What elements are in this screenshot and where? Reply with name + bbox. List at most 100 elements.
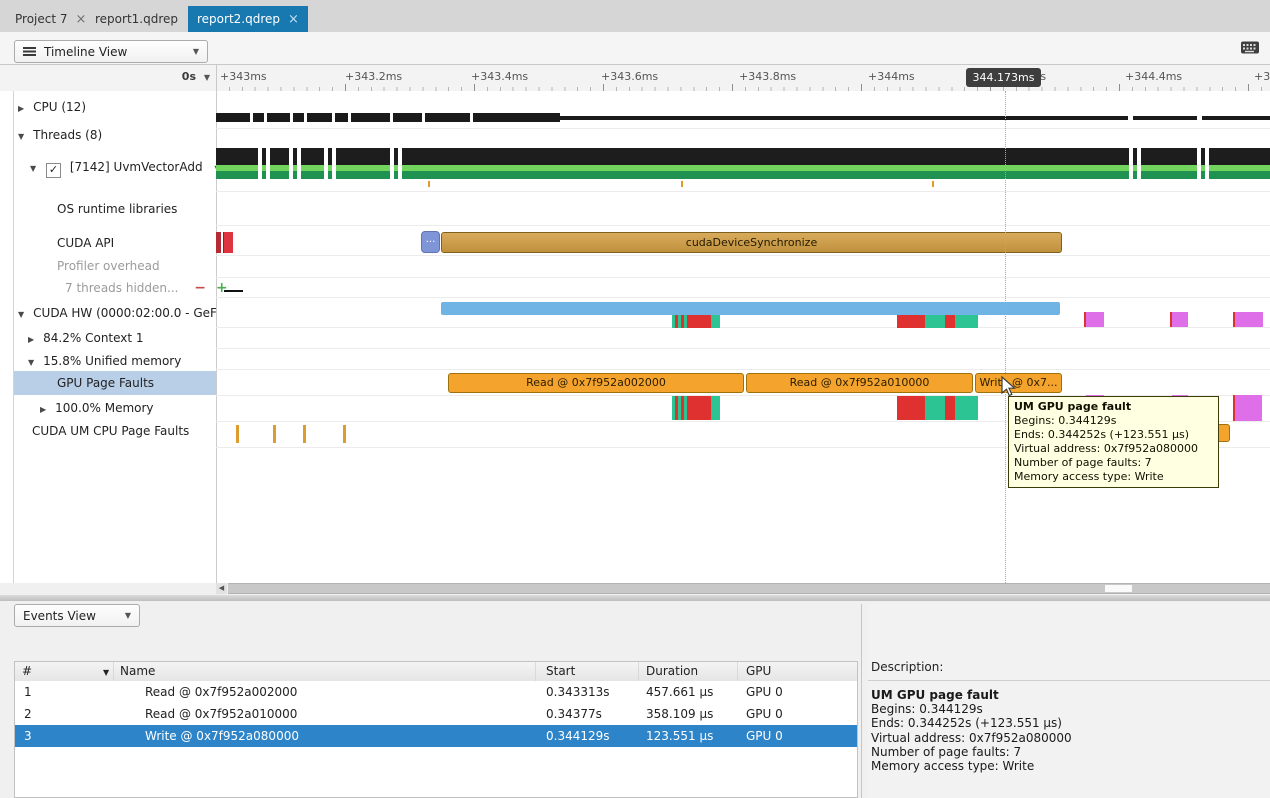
- tooltip-title: UM GPU page fault: [1014, 400, 1213, 414]
- sidebar-row-profiler-overhead[interactable]: Profiler overhead: [57, 255, 160, 277]
- sidebar-row-um-cpu-page-faults[interactable]: CUDA UM CPU Page Faults: [32, 420, 189, 442]
- checkbox[interactable]: ✓: [46, 163, 61, 178]
- memory-transfer-cluster[interactable]: [672, 315, 720, 328]
- cpu-utilization-bar[interactable]: [216, 113, 560, 122]
- timeline-canvas[interactable]: ▶CPU (12) ▼Threads (8) ▼ ✓ [7142] UvmVec…: [0, 91, 1270, 583]
- cpu-page-fault-tick[interactable]: [343, 425, 346, 443]
- tab-project[interactable]: Project 7×: [6, 6, 95, 32]
- scroll-left-arrow[interactable]: ◀: [216, 583, 227, 594]
- collapse-icon[interactable]: ▼: [18, 310, 24, 319]
- events-table-header[interactable]: # ▼ Name Start Duration GPU: [15, 662, 857, 682]
- gpu-page-fault-bar-read1[interactable]: Read @ 0x7f952a002000: [448, 373, 744, 393]
- cpu-page-fault-tick[interactable]: [273, 425, 276, 443]
- cuda-device-synchronize-bar[interactable]: cudaDeviceSynchronize: [441, 232, 1062, 253]
- sidebar-row-gpu-page-faults[interactable]: GPU Page Faults: [57, 372, 154, 394]
- keyboard-shortcuts-icon[interactable]: [1240, 40, 1260, 58]
- memset-bar[interactable]: [1172, 312, 1188, 327]
- col-header-duration[interactable]: Duration: [646, 662, 698, 681]
- event-tooltip: UM GPU page fault Begins: 0.344129s Ends…: [1008, 396, 1219, 488]
- kernel-bar[interactable]: [441, 302, 1060, 315]
- events-table[interactable]: # ▼ Name Start Duration GPU 1 Read @ 0x7…: [14, 661, 858, 798]
- sidebar-row-context1[interactable]: ▶84.2% Context 1: [28, 327, 144, 349]
- gpu-page-fault-bar-write[interactable]: Write @ 0x7...: [975, 373, 1062, 393]
- sidebar-row-unified-memory[interactable]: ▼15.8% Unified memory: [28, 350, 181, 372]
- time-cursor-line: [1005, 91, 1006, 583]
- collapsed-calls-chip[interactable]: ...: [421, 231, 440, 253]
- gap: [390, 113, 393, 122]
- expander-icon[interactable]: ▶: [18, 104, 24, 113]
- cpu-utilization-line[interactable]: [560, 116, 1270, 120]
- ruler-tick-label: +343.2ms: [345, 70, 402, 83]
- row-separator: [216, 348, 1270, 349]
- col-header-gpu[interactable]: GPU: [746, 662, 771, 681]
- cuda-api-call-bar[interactable]: [216, 232, 221, 253]
- sidebar-row-cuda-api[interactable]: CUDA API: [57, 232, 114, 254]
- cpu-page-fault-tick[interactable]: [303, 425, 306, 443]
- event-tick[interactable]: [428, 181, 430, 187]
- event-row-1[interactable]: 1 Read @ 0x7f952a002000 0.343313s 457.66…: [15, 681, 857, 704]
- sidebar-row-cuda-hw[interactable]: ▼CUDA HW (0000:02:00.0 - GeF: [18, 302, 216, 324]
- close-icon[interactable]: ×: [288, 12, 299, 27]
- close-icon[interactable]: ×: [76, 12, 87, 27]
- collapse-icon[interactable]: ▼: [18, 132, 24, 141]
- description-panel: Description: UM GPU page fault Begins: 0…: [868, 604, 1270, 798]
- col-header-start[interactable]: Start: [546, 662, 575, 681]
- row-separator: [216, 191, 1270, 192]
- gpu-page-fault-bar-read2[interactable]: Read @ 0x7f952a010000: [746, 373, 973, 393]
- ruler-origin-cell[interactable]: 0s ▼: [0, 65, 217, 91]
- expander-icon[interactable]: ▶: [40, 405, 46, 414]
- sidebar-row-threads-hidden[interactable]: 7 threads hidden... − +: [65, 277, 228, 299]
- ruler-tick-label: +343.8ms: [739, 70, 796, 83]
- collapse-icon[interactable]: ▼: [28, 358, 34, 367]
- chevron-down-icon: ▼: [125, 611, 131, 620]
- memory-transfer-cluster[interactable]: [897, 315, 978, 328]
- sort-descending-icon[interactable]: ▼: [103, 663, 109, 682]
- col-header-name[interactable]: Name: [120, 662, 155, 681]
- cpu-page-fault-tick[interactable]: [236, 425, 239, 443]
- gap: [250, 113, 253, 122]
- gap: [1197, 116, 1202, 120]
- gap: [1128, 116, 1133, 120]
- timeline-ruler[interactable]: 0s ▼ +343ms +343.2ms +343.4ms +343.6ms +…: [0, 64, 1270, 92]
- memory-transfer-cluster[interactable]: [672, 396, 720, 420]
- scrollbar-thumb[interactable]: [1105, 585, 1132, 592]
- gap: [290, 113, 293, 122]
- panel-divider[interactable]: [861, 604, 862, 798]
- cursor-time-badge: 344.173ms: [966, 68, 1041, 87]
- sidebar-row-threads[interactable]: ▼Threads (8): [18, 124, 102, 146]
- hide-thread-icon[interactable]: −: [194, 280, 206, 296]
- collapse-icon[interactable]: ▼: [30, 164, 36, 173]
- tab-report2[interactable]: report2.qdrep×: [188, 6, 308, 32]
- memory-transfer-cluster[interactable]: [897, 396, 978, 420]
- expander-icon[interactable]: ▶: [28, 335, 34, 344]
- panel-frame-line: [13, 91, 14, 583]
- memset-bar[interactable]: [1086, 312, 1104, 327]
- splitter-handle[interactable]: [0, 595, 1270, 601]
- scrollbar-track[interactable]: [228, 583, 1270, 594]
- hidden-thread-activity[interactable]: [224, 290, 243, 292]
- thread-state-bar[interactable]: [216, 148, 1270, 165]
- col-header-num[interactable]: #: [22, 662, 32, 681]
- row-separator: [216, 225, 1270, 226]
- events-view-label: Events View: [23, 609, 96, 623]
- ruler-tick-label: +344ms: [868, 70, 915, 83]
- divider: [868, 680, 1270, 681]
- chevron-down-icon[interactable]: ▼: [204, 73, 210, 82]
- event-tick[interactable]: [681, 181, 683, 187]
- memset-bar[interactable]: [1235, 312, 1263, 327]
- sidebar-row-os-runtime[interactable]: OS runtime libraries: [57, 198, 177, 220]
- event-row-3-selected[interactable]: 3 Write @ 0x7f952a080000 0.344129s 123.5…: [15, 725, 857, 747]
- event-row-2[interactable]: 2 Read @ 0x7f952a010000 0.34377s 358.109…: [15, 703, 857, 726]
- sidebar-row-memory[interactable]: ▶100.0% Memory: [40, 397, 154, 419]
- cpu-usage-green-dark[interactable]: [216, 171, 1270, 179]
- sidebar-row-cpu[interactable]: ▶CPU (12): [18, 96, 86, 118]
- event-tick[interactable]: [932, 181, 934, 187]
- events-view-selector[interactable]: Events View ▼: [14, 604, 140, 627]
- row-separator: [216, 255, 1270, 256]
- timeline-scrollbar-area: ◀: [0, 583, 1270, 594]
- cuda-api-call-bar[interactable]: [223, 232, 233, 253]
- show-thread-icon[interactable]: +: [216, 280, 228, 296]
- memset-bar[interactable]: [1235, 395, 1262, 421]
- timeline-view-selector[interactable]: Timeline View ▼: [14, 40, 208, 63]
- sidebar-row-thread-7142[interactable]: ▼ ✓ [7142] UvmVectorAdd ▼: [30, 156, 221, 178]
